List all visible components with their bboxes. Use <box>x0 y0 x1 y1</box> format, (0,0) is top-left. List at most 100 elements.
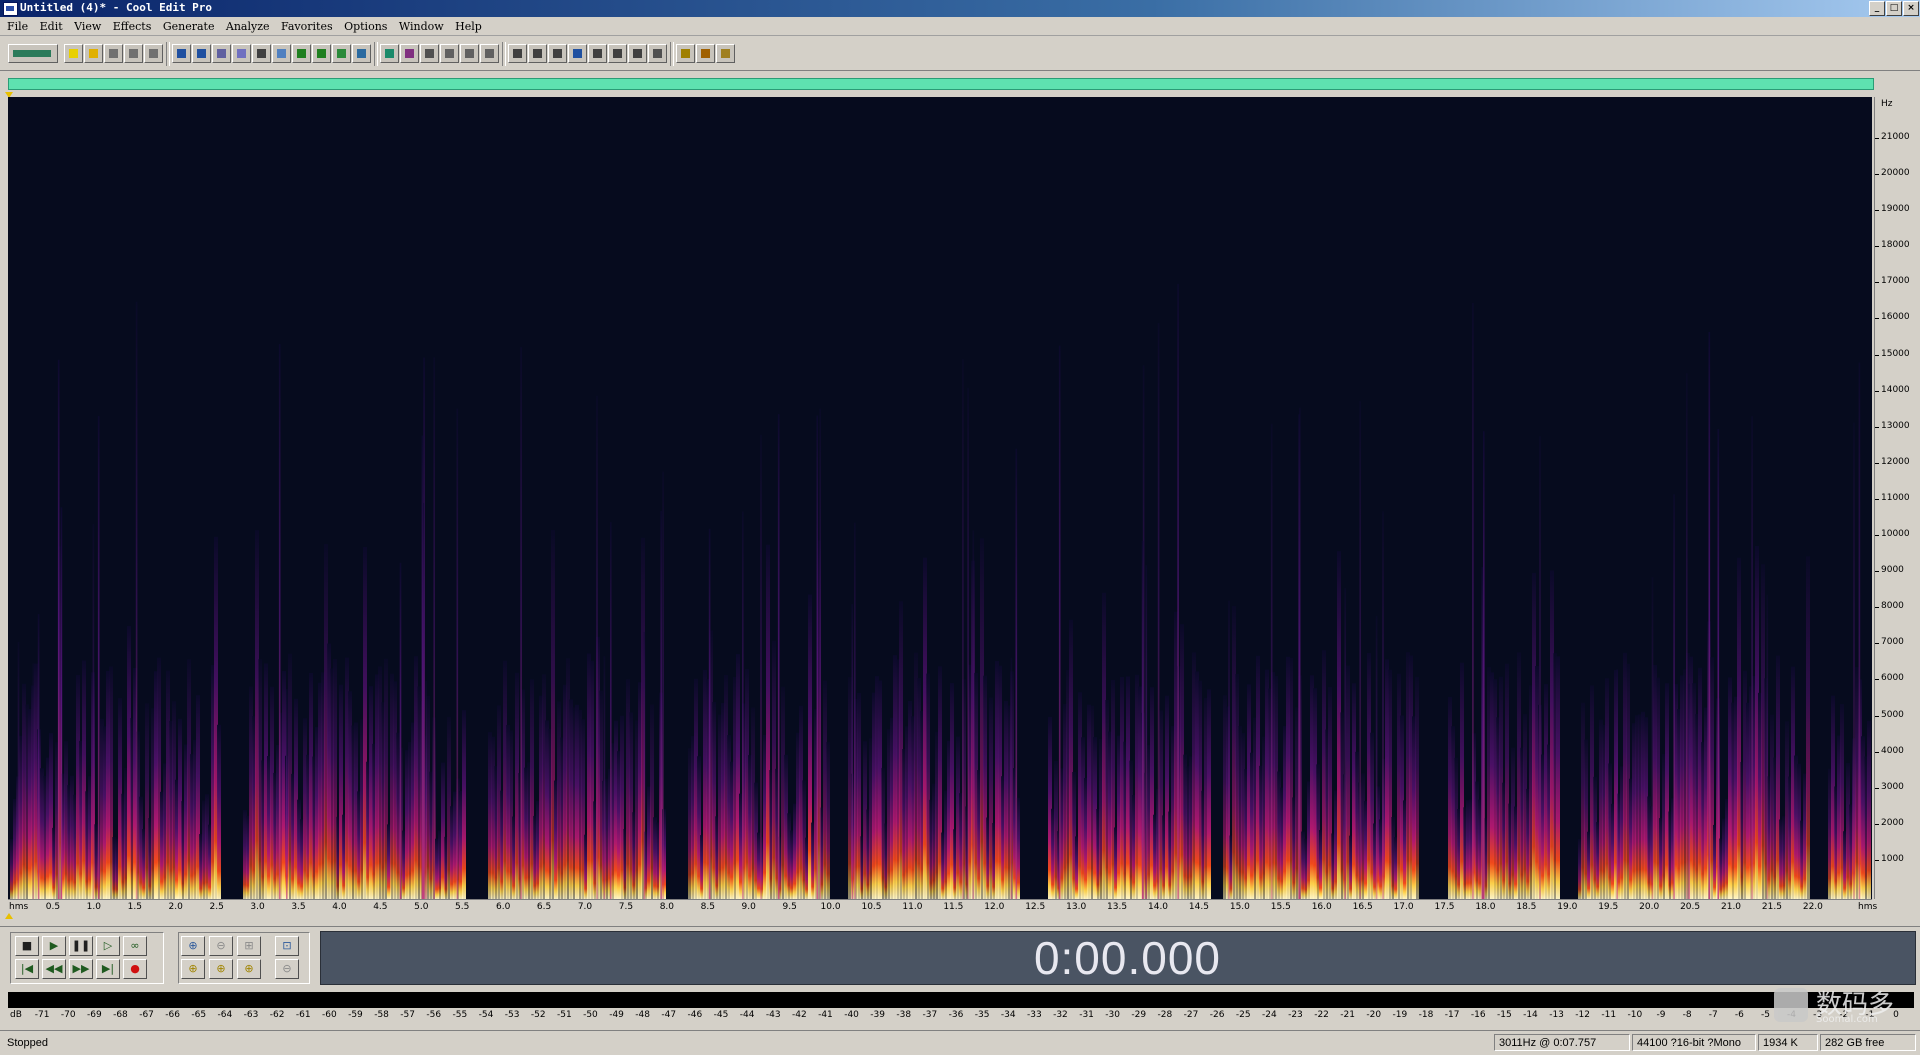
pause-button[interactable]: ❚❚ <box>69 936 93 956</box>
menu-effects[interactable]: Effects <box>113 18 152 36</box>
help-button[interactable] <box>716 44 735 63</box>
time-tick-label: 15.0 <box>1229 902 1250 912</box>
menu-options[interactable]: Options <box>344 18 387 36</box>
marker-icon <box>513 49 522 58</box>
new-file-button[interactable] <box>64 44 83 63</box>
menu-window[interactable]: Window <box>399 18 444 36</box>
amplify-button[interactable] <box>480 44 499 63</box>
save-button[interactable] <box>104 44 123 63</box>
fade-in-button[interactable] <box>420 44 439 63</box>
trim-button[interactable] <box>332 44 351 63</box>
time-tick-label: 1.5 <box>127 902 142 912</box>
spectral-transient-streak <box>1616 669 1618 899</box>
spectral-transient-streak <box>32 663 35 899</box>
undo-button[interactable] <box>172 44 191 63</box>
waveform-overview-bar[interactable] <box>8 78 1874 90</box>
display-toggle-button[interactable] <box>8 44 58 63</box>
menu-view[interactable]: View <box>74 18 101 36</box>
go-to-end-button[interactable]: ▶| <box>96 959 120 979</box>
mix-paste-button[interactable] <box>312 44 331 63</box>
spectral-view[interactable] <box>8 97 1872 899</box>
time-tick-label: 16.0 <box>1311 902 1332 912</box>
undo-icon <box>177 49 186 58</box>
spectral-transient-streak <box>816 415 819 899</box>
play-to-end-button[interactable]: ▷ <box>96 936 120 956</box>
spectral-transient-streak <box>278 343 281 899</box>
normalize-button[interactable] <box>460 44 479 63</box>
zoom-full-icon[interactable]: ⊞ <box>237 936 261 956</box>
loop-button[interactable]: ∞ <box>123 936 147 956</box>
end-marker-icon[interactable] <box>5 913 13 919</box>
spectral-transient-streak <box>399 562 402 899</box>
time-tick-label: 2.0 <box>168 902 183 912</box>
menu-generate[interactable]: Generate <box>163 18 215 36</box>
delete-button[interactable] <box>352 44 371 63</box>
copy-button[interactable] <box>232 44 251 63</box>
maximize-button[interactable]: □ <box>1886 1 1902 16</box>
spectral-energy-band <box>217 724 221 899</box>
spectral-transient-streak <box>962 359 964 899</box>
play-button[interactable]: ▶ <box>42 936 66 956</box>
zoom-in-icon[interactable]: ⊕ <box>181 936 205 956</box>
snap-button[interactable] <box>608 44 627 63</box>
copy-to-new-button[interactable] <box>272 44 291 63</box>
snap-icon <box>613 49 622 58</box>
cd-list-button[interactable] <box>528 44 547 63</box>
save-as-button[interactable] <box>124 44 143 63</box>
menu-analyze[interactable]: Analyze <box>226 18 270 36</box>
record-button[interactable]: ● <box>123 959 147 979</box>
frequency-tick-mark <box>1875 498 1879 500</box>
spectral-transient-streak <box>1717 428 1720 899</box>
spectral-transient-streak <box>1853 422 1855 899</box>
zoom-button-group: ⊕ ⊖ ⊞ ⊡ ⊕ ⊕ ⊕ ⊖ <box>178 932 310 984</box>
frequency-tick-mark <box>1875 571 1879 573</box>
menu-file[interactable]: File <box>7 18 28 36</box>
redo-button[interactable] <box>192 44 211 63</box>
settings-button[interactable] <box>676 44 695 63</box>
stop-button[interactable]: ■ <box>15 936 39 956</box>
fade-out-button[interactable] <box>440 44 459 63</box>
level-tick-label: -13 <box>1549 1010 1564 1020</box>
time-tick-label: 2.5 <box>209 902 224 912</box>
play-list-button[interactable] <box>568 44 587 63</box>
zoom-vertical-in-icon[interactable]: ⊡ <box>275 936 299 956</box>
envelope-button[interactable] <box>400 44 419 63</box>
spectral-transient-streak <box>742 511 744 899</box>
menu-help[interactable]: Help <box>455 18 482 36</box>
zoom-to-selection-icon[interactable]: ⊕ <box>237 959 261 979</box>
tempo-button[interactable] <box>548 44 567 63</box>
spectral-button[interactable] <box>648 44 667 63</box>
display-waveform-button[interactable] <box>628 44 647 63</box>
zoom-to-left-icon[interactable]: ⊕ <box>181 959 205 979</box>
paste-button[interactable] <box>292 44 311 63</box>
close-button[interactable]: × <box>1903 1 1919 16</box>
spectral-transient-streak <box>1858 362 1861 899</box>
go-to-start-button[interactable]: |◀ <box>15 959 39 979</box>
delete-icon <box>357 49 366 58</box>
level-tick-label: -28 <box>1157 1010 1173 1020</box>
app-icon[interactable] <box>3 2 18 16</box>
rewind-button[interactable]: ◀◀ <box>42 959 66 979</box>
fast-forward-button[interactable]: ▶▶ <box>69 959 93 979</box>
zoom-vertical-out-icon[interactable]: ⊖ <box>275 959 299 979</box>
repeat-button[interactable] <box>212 44 231 63</box>
zoom-to-right-icon[interactable]: ⊕ <box>209 959 233 979</box>
time-tick-label: 16.5 <box>1352 902 1373 912</box>
cut-button[interactable] <box>252 44 271 63</box>
marker-button[interactable] <box>508 44 527 63</box>
spectral-transient-streak <box>1145 565 1148 899</box>
menu-favorites[interactable]: Favorites <box>281 18 333 36</box>
save-icon <box>109 49 118 58</box>
redo-icon <box>197 49 206 58</box>
sound-effect-button[interactable] <box>696 44 715 63</box>
minimize-button[interactable]: _ <box>1869 1 1885 16</box>
zoom-out-icon[interactable]: ⊖ <box>209 936 233 956</box>
level-tick-label: -52 <box>530 1010 546 1020</box>
info-button[interactable] <box>588 44 607 63</box>
level-tick-label: -63 <box>243 1010 259 1020</box>
open-file-button[interactable] <box>84 44 103 63</box>
frequency-tick-mark <box>1875 354 1879 356</box>
menu-edit[interactable]: Edit <box>40 18 63 36</box>
crop-button[interactable] <box>380 44 399 63</box>
close-file-button[interactable] <box>144 44 163 63</box>
